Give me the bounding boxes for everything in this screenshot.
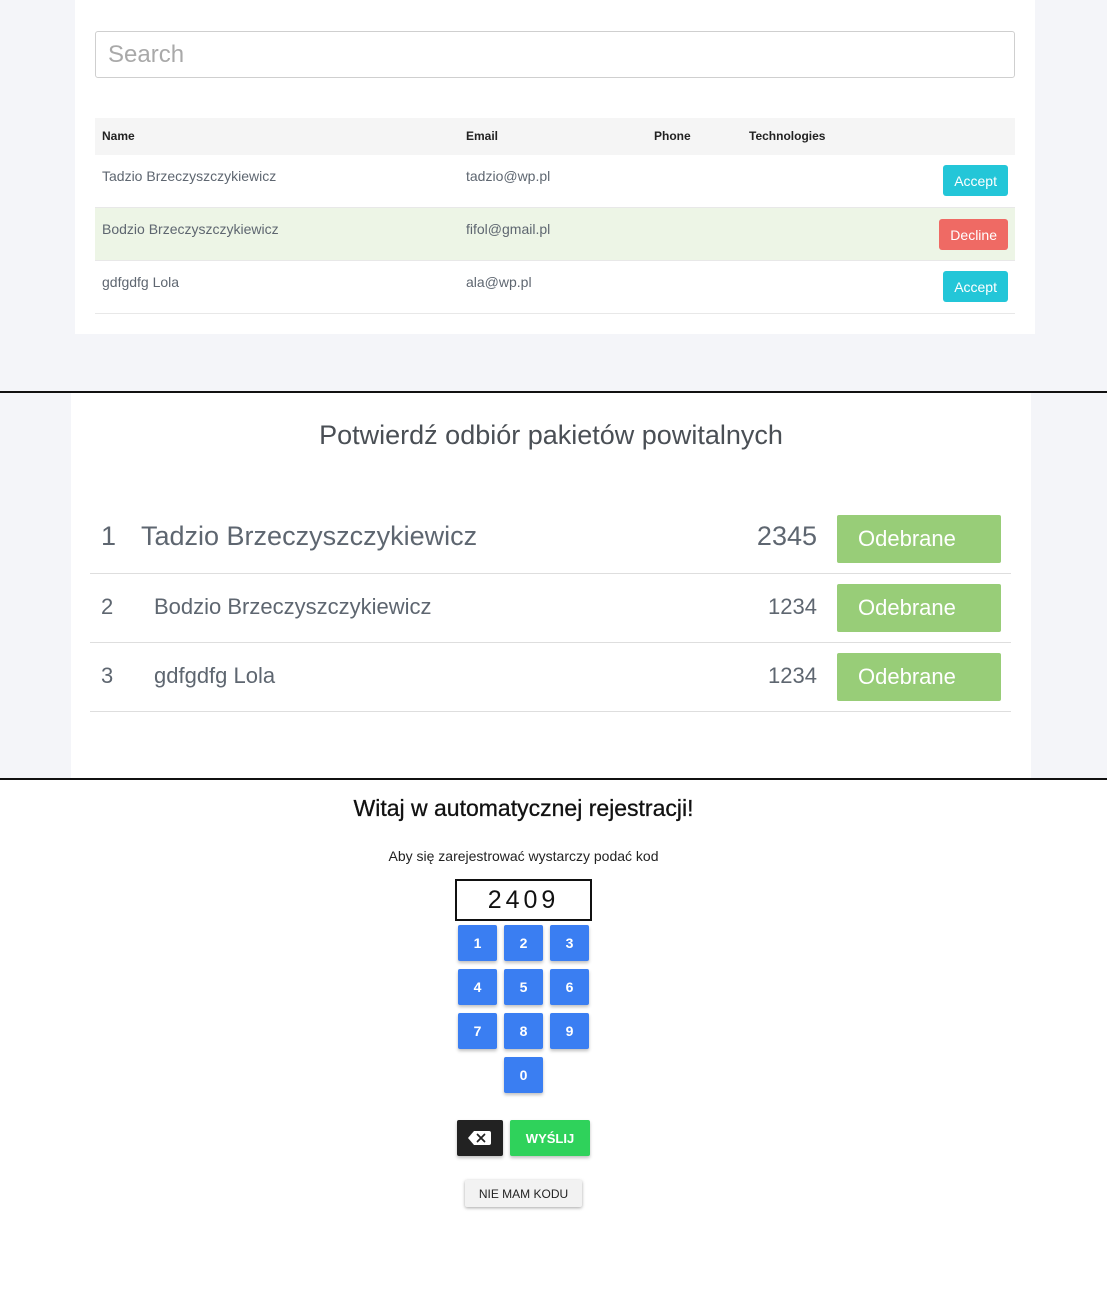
- table-header: Name Email Phone Technologies: [95, 118, 1015, 155]
- received-button[interactable]: Odebrane: [837, 653, 1001, 701]
- applicant-name: Bodzio Brzeczyszczykiewicz: [102, 221, 279, 237]
- keypad-key-2[interactable]: 2: [504, 925, 543, 961]
- applicants-panel: Name Email Phone Technologies Tadzio Brz…: [75, 0, 1035, 334]
- applicant-email: fifol@gmail.pl: [466, 221, 551, 237]
- keypad-key-9[interactable]: 9: [550, 1013, 589, 1049]
- accept-button[interactable]: Accept: [943, 165, 1008, 196]
- applicant-email: tadzio@wp.pl: [466, 168, 551, 184]
- list-item: 3 gdfgdfg Lola 1234 Odebrane: [90, 643, 1011, 712]
- packages-panel: Potwierdź odbiór pakietów powitalnych 1 …: [71, 393, 1031, 779]
- table-row: gdfgdfg Lola ala@wp.pl Accept: [95, 261, 1015, 314]
- keypad-key-0[interactable]: 0: [504, 1057, 543, 1093]
- list-item: 2 Bodzio Brzeczyszczykiewicz 1234 Odebra…: [90, 574, 1011, 643]
- search-input[interactable]: [95, 31, 1015, 78]
- package-name: gdfgdfg Lola: [154, 663, 276, 688]
- keypad-key-8[interactable]: 8: [504, 1013, 543, 1049]
- applicant-name: gdfgdfg Lola: [102, 274, 180, 290]
- received-button[interactable]: Odebrane: [837, 515, 1001, 563]
- code-display: 2409: [455, 879, 592, 921]
- applicants-table: Name Email Phone Technologies Tadzio Brz…: [95, 118, 1015, 314]
- keypad-key-4[interactable]: 4: [458, 969, 497, 1005]
- package-number: 3: [101, 663, 114, 688]
- package-code: 2345: [756, 521, 817, 551]
- registration-title: Witaj w automatycznej rejestracji!: [353, 795, 694, 821]
- backspace-button[interactable]: [457, 1120, 503, 1156]
- send-button[interactable]: WYŚLIJ: [510, 1120, 590, 1156]
- keypad-key-6[interactable]: 6: [550, 969, 589, 1005]
- column-header-technologies: Technologies: [749, 129, 826, 143]
- packages-section: Potwierdź odbiór pakietów powitalnych 1 …: [0, 393, 1107, 779]
- package-code: 1234: [768, 594, 817, 619]
- keypad-key-3[interactable]: 3: [550, 925, 589, 961]
- received-button[interactable]: Odebrane: [837, 584, 1001, 632]
- package-code: 1234: [768, 663, 817, 688]
- table-row: Bodzio Brzeczyszczykiewicz fifol@gmail.p…: [95, 208, 1015, 261]
- column-header-email: Email: [466, 129, 499, 143]
- no-code-button[interactable]: NIE MAM KODU: [465, 1180, 582, 1207]
- column-header-phone: Phone: [654, 129, 691, 143]
- section-divider: [0, 778, 1107, 780]
- table-row: Tadzio Brzeczyszczykiewicz tadzio@wp.pl …: [95, 155, 1015, 208]
- list-item: 1 Tadzio Brzeczyszczykiewicz 2345 Odebra…: [90, 505, 1011, 574]
- accept-button[interactable]: Accept: [943, 271, 1008, 302]
- backspace-icon: [468, 1131, 491, 1145]
- keypad-key-1[interactable]: 1: [458, 925, 497, 961]
- registration-section: Witaj w automatycznej rejestracji! Aby s…: [0, 781, 1107, 1312]
- packages-title: Potwierdź odbiór pakietów powitalnych: [319, 420, 783, 450]
- applicant-email: ala@wp.pl: [466, 274, 532, 290]
- package-number: 1: [101, 521, 117, 551]
- package-name: Bodzio Brzeczyszczykiewicz: [154, 594, 432, 619]
- decline-button[interactable]: Decline: [939, 219, 1008, 250]
- package-name: Tadzio Brzeczyszczykiewicz: [141, 521, 478, 551]
- packages-list: 1 Tadzio Brzeczyszczykiewicz 2345 Odebra…: [90, 505, 1011, 712]
- applicant-name: Tadzio Brzeczyszczykiewicz: [102, 168, 277, 184]
- column-header-name: Name: [102, 129, 135, 143]
- keypad-key-5[interactable]: 5: [504, 969, 543, 1005]
- registration-subtitle: Aby się zarejestrować wystarczy podać ko…: [388, 848, 659, 864]
- applicants-section: Name Email Phone Technologies Tadzio Brz…: [0, 0, 1107, 391]
- package-number: 2: [101, 594, 114, 619]
- keypad-key-7[interactable]: 7: [458, 1013, 497, 1049]
